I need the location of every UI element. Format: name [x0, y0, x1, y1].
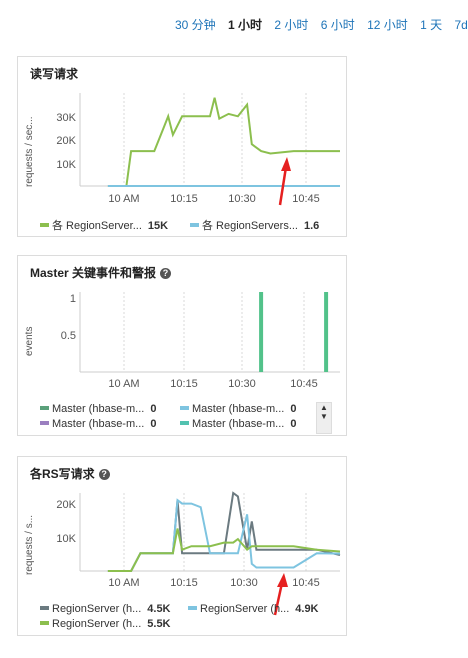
- y-tick: 30K: [56, 112, 76, 124]
- legend-swatch: [180, 421, 189, 425]
- read-write-chart[interactable]: requests / sec... 30K 20K 10K 10 AM 10:1…: [18, 57, 348, 238]
- range-1h[interactable]: 1 小时: [228, 18, 262, 32]
- x-tick: 10:15: [170, 577, 198, 589]
- time-range-selector: 30 分钟 1 小时 2 小时 6 小时 12 小时 1 天 7d 3: [175, 16, 468, 32]
- x-tick: 10 AM: [108, 193, 139, 205]
- scroll-down-icon[interactable]: ▼: [317, 412, 331, 421]
- legend-item[interactable]: RegionServer (h... 4.5K: [40, 603, 171, 615]
- y-tick: 1: [70, 293, 76, 305]
- range-12h[interactable]: 12 小时: [367, 18, 408, 32]
- x-tick: 10:45: [292, 193, 320, 205]
- series-line: [107, 97, 340, 187]
- legend-item[interactable]: RegionServer (h... 5.5K: [40, 618, 171, 630]
- y-axis-label: requests / s...: [24, 515, 35, 575]
- range-2h[interactable]: 2 小时: [274, 18, 308, 32]
- range-6h[interactable]: 6 小时: [321, 18, 355, 32]
- legend-item[interactable]: Master (hbase-m... 0: [180, 418, 296, 430]
- legend-swatch: [40, 406, 49, 410]
- event-bar: [259, 292, 264, 372]
- x-tick: 10 AM: [108, 378, 139, 390]
- y-axis-label: requests / sec...: [24, 116, 35, 187]
- x-tick: 10 AM: [108, 577, 139, 589]
- y-tick: 20K: [56, 135, 76, 147]
- x-tick: 10:15: [170, 193, 198, 205]
- range-30m[interactable]: 30 分钟: [175, 18, 216, 32]
- panel-read-write-requests: 读写请求 requests / sec... 30K 20K 10K 10 AM…: [17, 56, 347, 237]
- y-axis-label: events: [24, 327, 35, 356]
- scroll-up-icon[interactable]: ▲: [317, 403, 331, 412]
- x-tick: 10:45: [290, 378, 318, 390]
- y-tick: 10K: [56, 533, 76, 545]
- x-tick: 10:30: [228, 193, 256, 205]
- x-tick: 10:30: [228, 378, 256, 390]
- x-tick: 10:15: [170, 378, 198, 390]
- panel-master-events: Master 关键事件和警报? events 1 0.5 10 AM 10:15…: [17, 255, 347, 436]
- x-tick: 10:45: [292, 577, 320, 589]
- event-bar: [324, 292, 329, 372]
- legend-swatch: [180, 406, 189, 410]
- series-line: [107, 498, 341, 572]
- legend-item[interactable]: Master (hbase-m... 0: [40, 418, 156, 430]
- y-tick: 0.5: [61, 330, 76, 342]
- range-7d[interactable]: 7d: [455, 18, 468, 32]
- y-tick: 10K: [56, 159, 76, 171]
- panel-rs-write-requests: 各RS写请求? requests / s... 20K 10K 10 AM 10…: [17, 456, 347, 636]
- legend-item[interactable]: RegionServer (h... 4.9K: [188, 603, 319, 615]
- legend-item[interactable]: Master (hbase-m... 0: [180, 403, 296, 415]
- legend-item[interactable]: 各 RegionServers... 1.6: [190, 217, 319, 233]
- legend-swatch: [40, 223, 49, 227]
- legend-swatch: [40, 421, 49, 425]
- legend-scroll-control[interactable]: ▲ ▼: [316, 402, 332, 434]
- range-1d[interactable]: 1 天: [420, 18, 442, 32]
- legend-item[interactable]: Master (hbase-m... 0: [40, 403, 156, 415]
- legend-swatch: [40, 621, 49, 625]
- legend-swatch: [188, 606, 197, 610]
- legend-swatch: [40, 606, 49, 610]
- y-tick: 20K: [56, 499, 76, 511]
- red-arrow-annotation: [278, 157, 291, 206]
- x-tick: 10:30: [230, 577, 258, 589]
- legend-item[interactable]: 各 RegionServer... 15K: [40, 217, 168, 233]
- legend-swatch: [190, 223, 199, 227]
